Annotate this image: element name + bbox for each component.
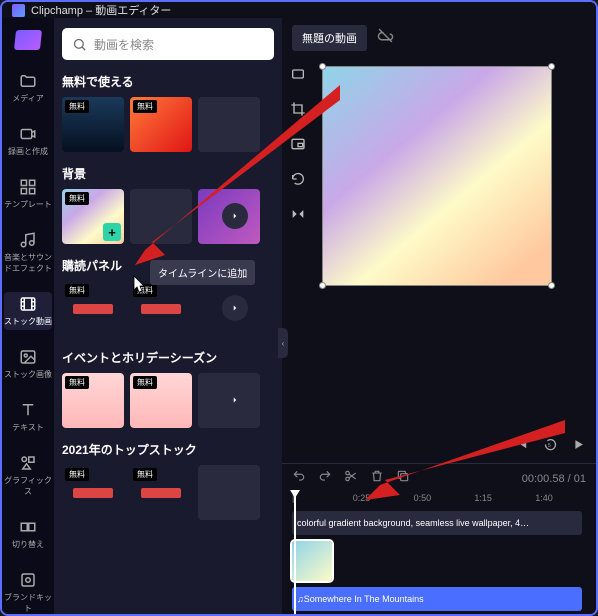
cursor-pointer-icon — [131, 275, 147, 298]
sidebar-label: メディア — [12, 93, 43, 104]
more-button[interactable] — [222, 295, 248, 321]
resize-handle[interactable] — [548, 282, 555, 289]
stock-thumb[interactable]: 無料 — [62, 281, 124, 336]
sidebar-label: テンプレート — [4, 199, 52, 210]
sidebar-label: グラフィックス — [4, 475, 52, 497]
transition-icon — [19, 518, 37, 536]
split-button[interactable] — [344, 469, 358, 488]
timeline-tracks: colorful gradient background, seamless l… — [282, 511, 596, 616]
more-button[interactable] — [222, 387, 248, 413]
chevron-right-icon — [230, 395, 240, 405]
music-icon — [19, 231, 37, 249]
free-badge: 無料 — [65, 284, 89, 297]
logo-icon[interactable] — [14, 30, 42, 50]
stock-thumb[interactable]: 無料 — [62, 465, 124, 520]
chevron-right-icon — [230, 303, 240, 313]
app-icon — [12, 4, 25, 17]
undo-button[interactable] — [292, 469, 306, 488]
window-title: Clipchamp – 動画エディター — [31, 2, 171, 18]
sidebar-label: 音楽とサウンドエフェクト — [4, 252, 52, 274]
free-badge: 無料 — [65, 192, 89, 205]
graphics-icon — [19, 454, 37, 472]
section-top2021: 2021年のトップストック 無料 無料 — [62, 441, 274, 520]
sidebar-item-text[interactable]: テキスト — [4, 398, 52, 436]
audio-clip[interactable]: ♫ Somewhere In The Mountains — [292, 587, 582, 611]
sidebar-item-templates[interactable]: テンプレート — [4, 175, 52, 213]
section-title: 2021年のトップストック — [62, 441, 274, 458]
sidebar-label: ストック動画 — [4, 316, 52, 327]
sidebar-label: ブランドキット — [4, 592, 52, 614]
sidebar-item-media[interactable]: メディア — [4, 69, 52, 107]
redo-button[interactable] — [318, 469, 332, 488]
brand-icon — [19, 571, 37, 589]
cloud-off-icon[interactable] — [377, 27, 394, 49]
sidebar-item-stock-image[interactable]: ストック画像 — [4, 345, 52, 383]
folder-icon — [19, 72, 37, 90]
sidebar-item-brand[interactable]: ブランドキット — [4, 568, 52, 616]
film-icon — [19, 295, 37, 313]
text-icon — [19, 401, 37, 419]
annotation-arrow — [130, 80, 350, 270]
stock-thumb[interactable] — [198, 465, 260, 520]
video-clip-thumb[interactable] — [292, 541, 332, 581]
sidebar-item-graphics[interactable]: グラフィックス — [4, 451, 52, 500]
titlebar: Clipchamp – 動画エディター — [2, 2, 596, 18]
search-input[interactable]: 動画を検索 — [62, 28, 274, 60]
preview-header: 無題の動画 — [282, 18, 596, 58]
resize-handle[interactable] — [319, 282, 326, 289]
camera-icon — [19, 125, 37, 143]
resize-handle[interactable] — [319, 63, 326, 70]
resize-handle[interactable] — [548, 63, 555, 70]
sidebar-label: 切り替え — [12, 539, 44, 550]
project-title[interactable]: 無題の動画 — [292, 25, 367, 51]
sidebar-item-record[interactable]: 録画と作成 — [4, 122, 52, 160]
stock-thumb[interactable]: 無料 — [62, 373, 124, 428]
free-badge: 無料 — [65, 100, 89, 113]
image-icon — [19, 348, 37, 366]
add-to-timeline-button[interactable]: + — [103, 223, 121, 241]
section-events: イベントとホリデーシーズン 無料 無料 — [62, 349, 274, 428]
sidebar-label: テキスト — [12, 422, 44, 433]
sidebar-item-music[interactable]: 音楽とサウンドエフェクト — [4, 228, 52, 277]
free-badge: 無料 — [65, 468, 89, 481]
preview-canvas[interactable] — [322, 66, 552, 286]
sidebar-label: ストック画像 — [4, 369, 52, 380]
templates-icon — [19, 178, 37, 196]
video-clip-label[interactable]: colorful gradient background, seamless l… — [292, 511, 582, 535]
stock-thumb[interactable]: 無料 — [130, 373, 192, 428]
free-badge: 無料 — [133, 468, 157, 481]
section-title: イベントとホリデーシーズン — [62, 349, 274, 366]
free-badge: 無料 — [65, 376, 89, 389]
stock-thumb[interactable]: 無料 — [130, 465, 192, 520]
annotation-arrow — [360, 415, 570, 505]
sidebar-item-stock-video[interactable]: ストック動画 — [4, 292, 52, 330]
search-icon — [72, 37, 87, 52]
sidebar: メディア 録画と作成 テンプレート 音楽とサウンドエフェクト ストック動画 スト… — [2, 18, 54, 616]
sidebar-label: 録画と作成 — [8, 146, 48, 157]
search-placeholder: 動画を検索 — [94, 36, 154, 53]
free-badge: 無料 — [133, 376, 157, 389]
stock-thumb-hovered[interactable]: 無料 + — [62, 189, 124, 244]
sidebar-item-transition[interactable]: 切り替え — [4, 515, 52, 553]
playhead[interactable] — [294, 493, 296, 616]
play-button[interactable] — [571, 437, 586, 457]
stock-thumb[interactable]: 無料 — [62, 97, 124, 152]
